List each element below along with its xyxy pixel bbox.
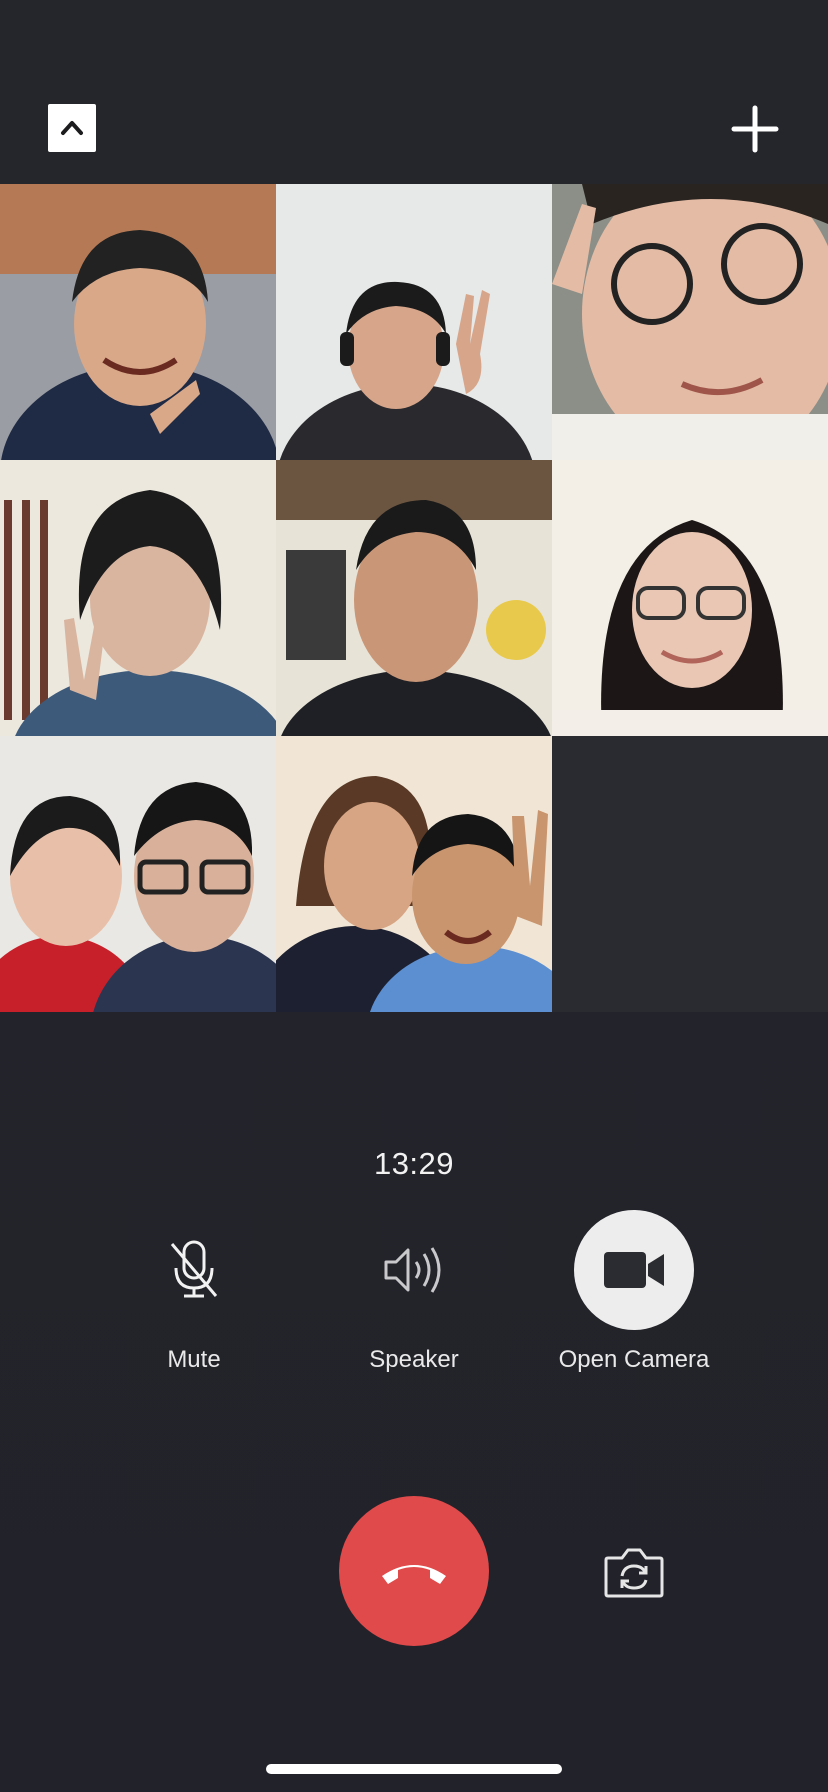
- hang-up-button[interactable]: [339, 1496, 489, 1646]
- participant-video-2[interactable]: [276, 184, 552, 460]
- participant-avatar: [276, 736, 552, 1012]
- participant-video-3[interactable]: [552, 184, 828, 460]
- open-camera-button[interactable]: Open Camera: [524, 1210, 744, 1374]
- empty-tile: [552, 736, 828, 1012]
- flip-camera-button[interactable]: [602, 1544, 666, 1600]
- plus-icon: [731, 105, 779, 153]
- home-indicator[interactable]: [266, 1764, 562, 1774]
- video-call-screen: 13:29 Mute Speaker Open Camera: [0, 0, 828, 1792]
- participant-video-6[interactable]: [552, 460, 828, 736]
- mute-icon-wrap: [134, 1210, 254, 1330]
- participant-video-5[interactable]: [276, 460, 552, 736]
- camera-icon-wrap: [574, 1210, 694, 1330]
- video-camera-icon: [604, 1252, 664, 1288]
- participant-video-1[interactable]: [0, 184, 276, 460]
- participant-avatar: [0, 460, 276, 736]
- participant-avatar: [552, 184, 828, 460]
- collapse-button[interactable]: [48, 104, 96, 152]
- open-camera-label: Open Camera: [558, 1346, 710, 1373]
- participant-grid: [0, 184, 828, 1012]
- participant-video-4[interactable]: [0, 460, 276, 736]
- phone-hangup-icon: [382, 1565, 446, 1584]
- participant-avatar: [276, 184, 552, 460]
- chevron-up-icon: [61, 121, 83, 135]
- mute-label: Mute: [167, 1346, 221, 1373]
- speaker-label: Speaker: [369, 1346, 459, 1373]
- mute-button[interactable]: Mute: [84, 1210, 304, 1374]
- participant-avatar: [552, 460, 828, 736]
- participant-video-7[interactable]: [0, 736, 276, 1012]
- call-timer: 13:29: [373, 1146, 455, 1181]
- add-participant-button[interactable]: [730, 104, 780, 154]
- speaker-icon-wrap: [354, 1210, 474, 1330]
- speaker-icon: [384, 1247, 441, 1293]
- microphone-muted-icon: [170, 1240, 218, 1298]
- participant-video-8[interactable]: [276, 736, 552, 1012]
- participant-avatar: [276, 460, 552, 736]
- participant-avatar: [0, 184, 276, 460]
- participant-avatar: [0, 736, 276, 1012]
- speaker-button[interactable]: Speaker: [304, 1210, 524, 1374]
- flip-camera-icon: [604, 1548, 664, 1598]
